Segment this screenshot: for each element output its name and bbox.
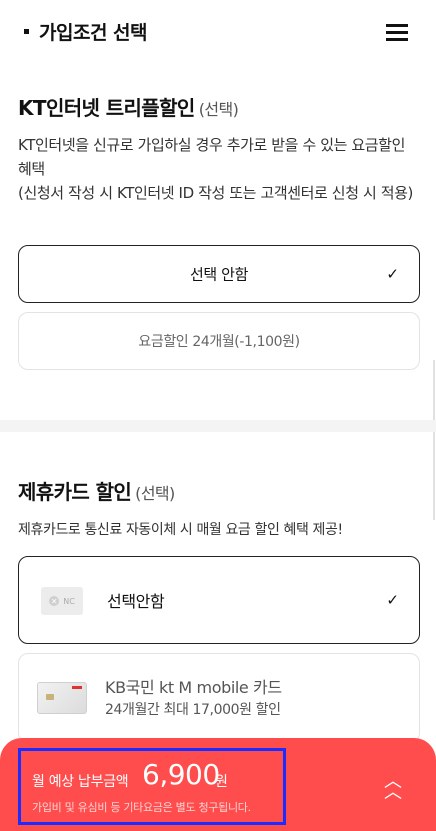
- bullet-icon: [24, 29, 29, 34]
- section-divider: [0, 420, 436, 432]
- triple-option-discount[interactable]: 요금할인 24개월(-1,100원): [18, 312, 420, 370]
- price-summary: 월 예상 납부금액 6,900 원 가입비 및 유심비 등 기타요금은 별도 청…: [18, 748, 286, 825]
- page-title-row: 가입조건 선택: [24, 18, 148, 45]
- triple-discount-title: KT인터넷 트리플할인 (선택): [18, 96, 239, 120]
- triple-discount-section: KT인터넷 트리플할인 (선택) KT인터넷을 신규로 가입하실 경우 추가로 받…: [18, 92, 420, 205]
- card-option-kb[interactable]: KB국민 kt M mobile 카드 24개월간 최대 17,000원 할인: [18, 653, 420, 743]
- scrollbar[interactable]: [433, 360, 435, 520]
- monthly-label: 월 예상 납부금액: [32, 774, 129, 790]
- check-icon: ✓: [386, 591, 399, 609]
- header: 가입조건 선택: [0, 0, 436, 64]
- card-option-none[interactable]: ✕ NC 선택안함 ✓: [18, 556, 420, 644]
- hamburger-menu-icon[interactable]: [386, 24, 410, 44]
- triple-discount-description: KT인터넷을 신규로 가입하실 경우 추가로 받을 수 있는 요금할인 혜택 (…: [18, 136, 413, 202]
- card-discount-section: 제휴카드 할인 (선택) 제휴카드로 통신료 자동이체 시 매월 요금 할인 혜택…: [18, 476, 420, 539]
- price-note: 가입비 및 유심비 등 기타요금은 별도 청구됩니다.: [32, 801, 251, 814]
- kb-card-icon: [37, 682, 87, 714]
- currency-unit: 원: [215, 774, 228, 790]
- optional-label: (선택): [135, 484, 175, 503]
- card-discount-description: 제휴카드로 통신료 자동이체 시 매월 요금 할인 혜택 제공!: [18, 522, 343, 538]
- card-discount-title: 제휴카드 할인 (선택): [18, 480, 175, 504]
- check-icon: ✓: [386, 265, 399, 283]
- optional-label: (선택): [198, 100, 239, 119]
- bottom-price-bar: 월 예상 납부금액 6,900 원 가입비 및 유심비 등 기타요금은 별도 청…: [0, 738, 436, 831]
- double-chevron-up-icon[interactable]: ︿ ︿: [382, 773, 404, 802]
- no-card-icon: ✕ NC: [41, 587, 83, 615]
- monthly-amount: 6,900: [142, 758, 220, 791]
- page-title: 가입조건 선택: [39, 22, 148, 44]
- triple-option-none[interactable]: 선택 안함 ✓: [18, 245, 420, 303]
